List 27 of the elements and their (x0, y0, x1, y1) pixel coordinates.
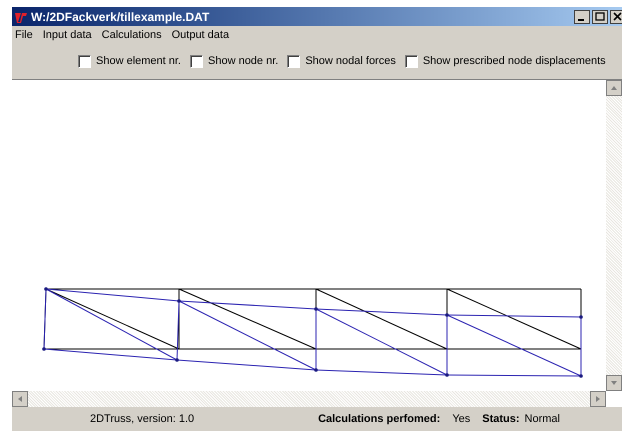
scroll-up-icon[interactable] (606, 80, 622, 96)
status-label: Status: (482, 412, 520, 427)
calculations-label: Calculations perfomed: (318, 412, 440, 427)
horizontal-scrollbar[interactable] (12, 391, 606, 407)
scroll-down-icon[interactable] (606, 375, 622, 391)
checkbox-label: Show node nr. (208, 54, 278, 69)
checkbox[interactable] (190, 54, 203, 68)
menu-item[interactable]: Input data (42, 26, 92, 44)
checkbox-label: Show prescribed node displacements (422, 54, 606, 69)
version-text: 2DTruss, version: 1.0 (90, 412, 194, 427)
maximize-icon[interactable] (592, 10, 608, 24)
window-title: W:/2DFackverk/tillexample.DAT (31, 8, 210, 26)
scroll-right-icon[interactable] (590, 391, 606, 407)
vertical-scrollbar[interactable] (606, 80, 622, 391)
close-icon[interactable] (610, 10, 622, 24)
status-value: Normal (524, 412, 560, 427)
minimize-icon[interactable] (574, 10, 590, 24)
menu-item[interactable]: Output data (172, 26, 230, 44)
menu-item[interactable]: File (15, 26, 33, 44)
calculations-value: Yes (452, 412, 470, 427)
checkbox[interactable] (404, 54, 418, 68)
checkbox[interactable] (287, 54, 300, 68)
checkbox-label: Show nodal forces (305, 54, 396, 69)
menu-item[interactable]: Calculations (102, 26, 162, 44)
scroll-left-icon[interactable] (12, 391, 28, 407)
checkbox-label: Show element nr. (96, 54, 181, 69)
checkbox[interactable] (78, 54, 91, 68)
